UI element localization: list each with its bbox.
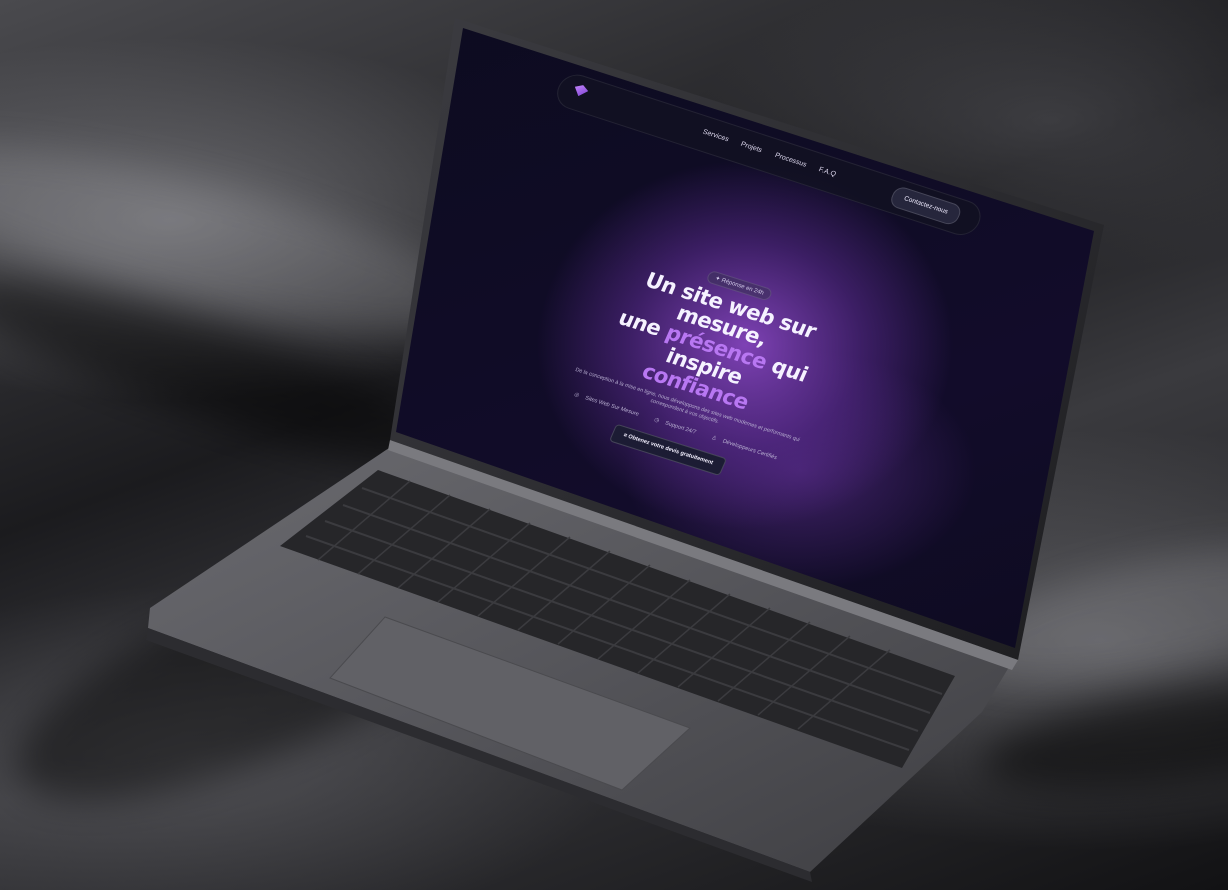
background-scene: Services Projets Processus F.A.Q Contact… xyxy=(0,0,1228,890)
